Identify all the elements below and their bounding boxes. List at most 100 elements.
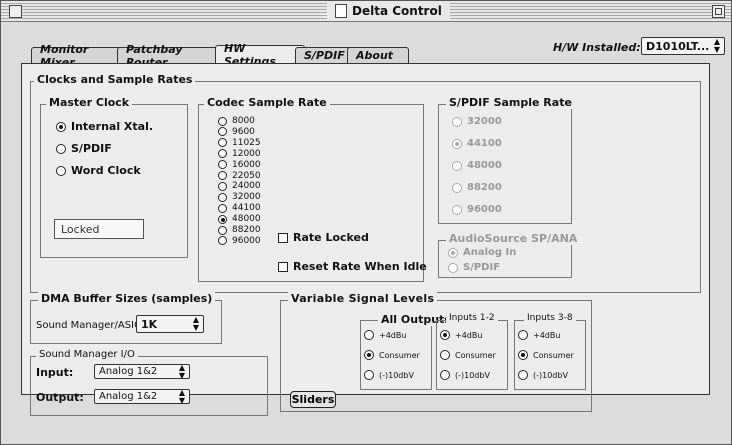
radio-label: (-)10dbV xyxy=(455,370,490,380)
spdif-rate-option[interactable]: 48000 xyxy=(452,160,502,171)
radio-internal-xtal[interactable]: Internal Xtal. xyxy=(56,120,153,133)
hw-installed-label: H/W Installed: xyxy=(553,41,641,54)
radio-label: 16000 xyxy=(232,159,261,170)
hw-installed-value: D1010LT... xyxy=(646,39,710,53)
level-option[interactable]: +4dBu xyxy=(518,330,560,340)
tab-label: S/PDIF xyxy=(304,49,345,62)
lock-status-text: Locked xyxy=(61,222,100,236)
radio-label: Consumer xyxy=(455,350,496,360)
rate-locked-checkbox[interactable]: Rate Locked xyxy=(278,231,369,244)
radio-audiosource-spdif[interactable]: S/PDIF xyxy=(448,262,500,273)
radio-label: +4dBu xyxy=(379,330,407,340)
radio-dot xyxy=(218,171,227,180)
dma-buffer-title: DMA Buffer Sizes (samples) xyxy=(38,292,216,305)
hw-installed-popup[interactable]: D1010LT... ▲ ▼ xyxy=(641,37,725,55)
lock-status-field: Locked xyxy=(54,219,144,239)
codec-rate-option[interactable]: 11025 xyxy=(218,138,261,148)
level-option[interactable]: (-)10dbV xyxy=(518,370,568,380)
radio-word-clock[interactable]: Word Clock xyxy=(56,164,141,177)
sliders-button[interactable]: Sliders xyxy=(290,391,336,408)
codec-rate-option[interactable]: 16000 xyxy=(218,160,261,170)
checkbox-box xyxy=(278,232,288,243)
level-option[interactable]: Consumer xyxy=(440,350,496,360)
codec-rate-option[interactable]: 48000 xyxy=(218,214,261,224)
radio-dot xyxy=(218,203,227,213)
radio-dot xyxy=(518,330,528,340)
radio-label: +4dBu xyxy=(533,330,561,340)
codec-rate-option[interactable]: 96000 xyxy=(218,236,261,246)
radio-label: 12000 xyxy=(232,148,261,159)
radio-dot-selected xyxy=(56,121,66,132)
radio-label: (-)10dbV xyxy=(379,370,414,380)
input-label: Input: xyxy=(36,366,74,379)
codec-rate-option[interactable]: 8000 xyxy=(218,116,255,126)
tab-monitor-mixer[interactable]: Monitor Mixer xyxy=(31,43,127,69)
level-option[interactable]: +4dBu xyxy=(364,330,406,340)
radio-label: 32000 xyxy=(232,192,261,203)
radio-label: S/PDIF xyxy=(71,142,112,155)
level-group-title: Inputs 3-8 xyxy=(524,313,576,323)
output-label: Output: xyxy=(36,391,84,404)
sliders-button-label: Sliders xyxy=(291,393,335,406)
radio-label: Analog In xyxy=(463,247,517,258)
radio-dot xyxy=(518,370,528,380)
level-option[interactable]: (-)10dbV xyxy=(440,370,490,380)
radio-label: 48000 xyxy=(467,160,502,171)
zoom-box[interactable] xyxy=(712,5,725,18)
codec-rate-option[interactable]: 9600 xyxy=(218,127,255,137)
radio-dot xyxy=(218,181,227,191)
codec-rate-option[interactable]: 22050 xyxy=(218,171,261,181)
window-title: Delta Control xyxy=(327,3,450,19)
codec-rate-option[interactable]: 44100 xyxy=(218,203,261,213)
radio-dot xyxy=(56,165,66,176)
radio-label: (-)10dbV xyxy=(533,370,568,380)
radio-label: 88200 xyxy=(232,225,261,235)
radio-dot xyxy=(452,116,462,127)
level-option[interactable]: +4dBu xyxy=(440,330,482,340)
tab-about[interactable]: About xyxy=(347,47,409,63)
tab-hw-settings[interactable]: HW Settings xyxy=(215,42,305,68)
codec-rate-option[interactable]: 12000 xyxy=(218,149,261,159)
radio-label: 44100 xyxy=(467,138,502,149)
tab-patchbay-router[interactable]: Patchbay Router xyxy=(117,43,225,69)
radio-label: 96000 xyxy=(467,204,502,215)
spdif-rate-option[interactable]: 88200 xyxy=(452,182,502,193)
dma-buffer-popup[interactable]: 1K ▲ ▼ xyxy=(136,315,204,333)
codec-rate-option[interactable]: 88200 xyxy=(218,225,261,235)
radio-dot xyxy=(218,138,227,148)
radio-dot xyxy=(452,160,462,171)
checkbox-box xyxy=(278,261,288,272)
radio-label: 96000 xyxy=(232,235,261,246)
radio-spdif-clock[interactable]: S/PDIF xyxy=(56,142,112,155)
dma-label: Sound Manager/ASIO: xyxy=(36,320,146,331)
spdif-rate-option[interactable]: 32000 xyxy=(452,116,502,127)
radio-label: Word Clock xyxy=(71,164,141,177)
checkbox-label: Reset Rate When Idle xyxy=(293,260,427,273)
radio-label: Consumer xyxy=(379,350,420,360)
spdif-rate-option[interactable]: 96000 xyxy=(452,204,502,215)
close-box[interactable] xyxy=(9,5,22,18)
title-bar[interactable]: Delta Control xyxy=(1,1,731,22)
radio-analog-in[interactable]: Analog In xyxy=(448,247,516,258)
radio-dot xyxy=(218,214,227,224)
radio-dot-selected xyxy=(448,247,458,258)
codec-rate-option[interactable]: 24000 xyxy=(218,181,261,191)
dma-value: 1K xyxy=(141,317,158,331)
level-option[interactable]: Consumer xyxy=(518,350,574,360)
spdif-rate-option[interactable]: 44100 xyxy=(452,138,502,149)
radio-label: 8000 xyxy=(232,116,255,126)
input-popup[interactable]: Analog 1&2 ▲ ▼ xyxy=(94,363,190,379)
radio-label: 32000 xyxy=(467,116,502,127)
radio-label: 11025 xyxy=(232,137,261,148)
codec-rate-option[interactable]: 32000 xyxy=(218,192,261,202)
radio-label: 88200 xyxy=(467,182,502,193)
level-option[interactable]: Consumer xyxy=(364,350,420,360)
popup-arrows-icon: ▲ ▼ xyxy=(713,37,720,54)
level-option[interactable]: (-)10dbV xyxy=(364,370,414,380)
radio-dot xyxy=(452,204,462,215)
audiosource-title: AudioSource SP/ANA xyxy=(446,232,581,245)
radio-label: S/PDIF xyxy=(463,262,501,273)
reset-rate-checkbox[interactable]: Reset Rate When Idle xyxy=(278,260,427,273)
radio-dot xyxy=(218,225,227,235)
output-popup[interactable]: Analog 1&2 ▲ ▼ xyxy=(94,388,190,404)
